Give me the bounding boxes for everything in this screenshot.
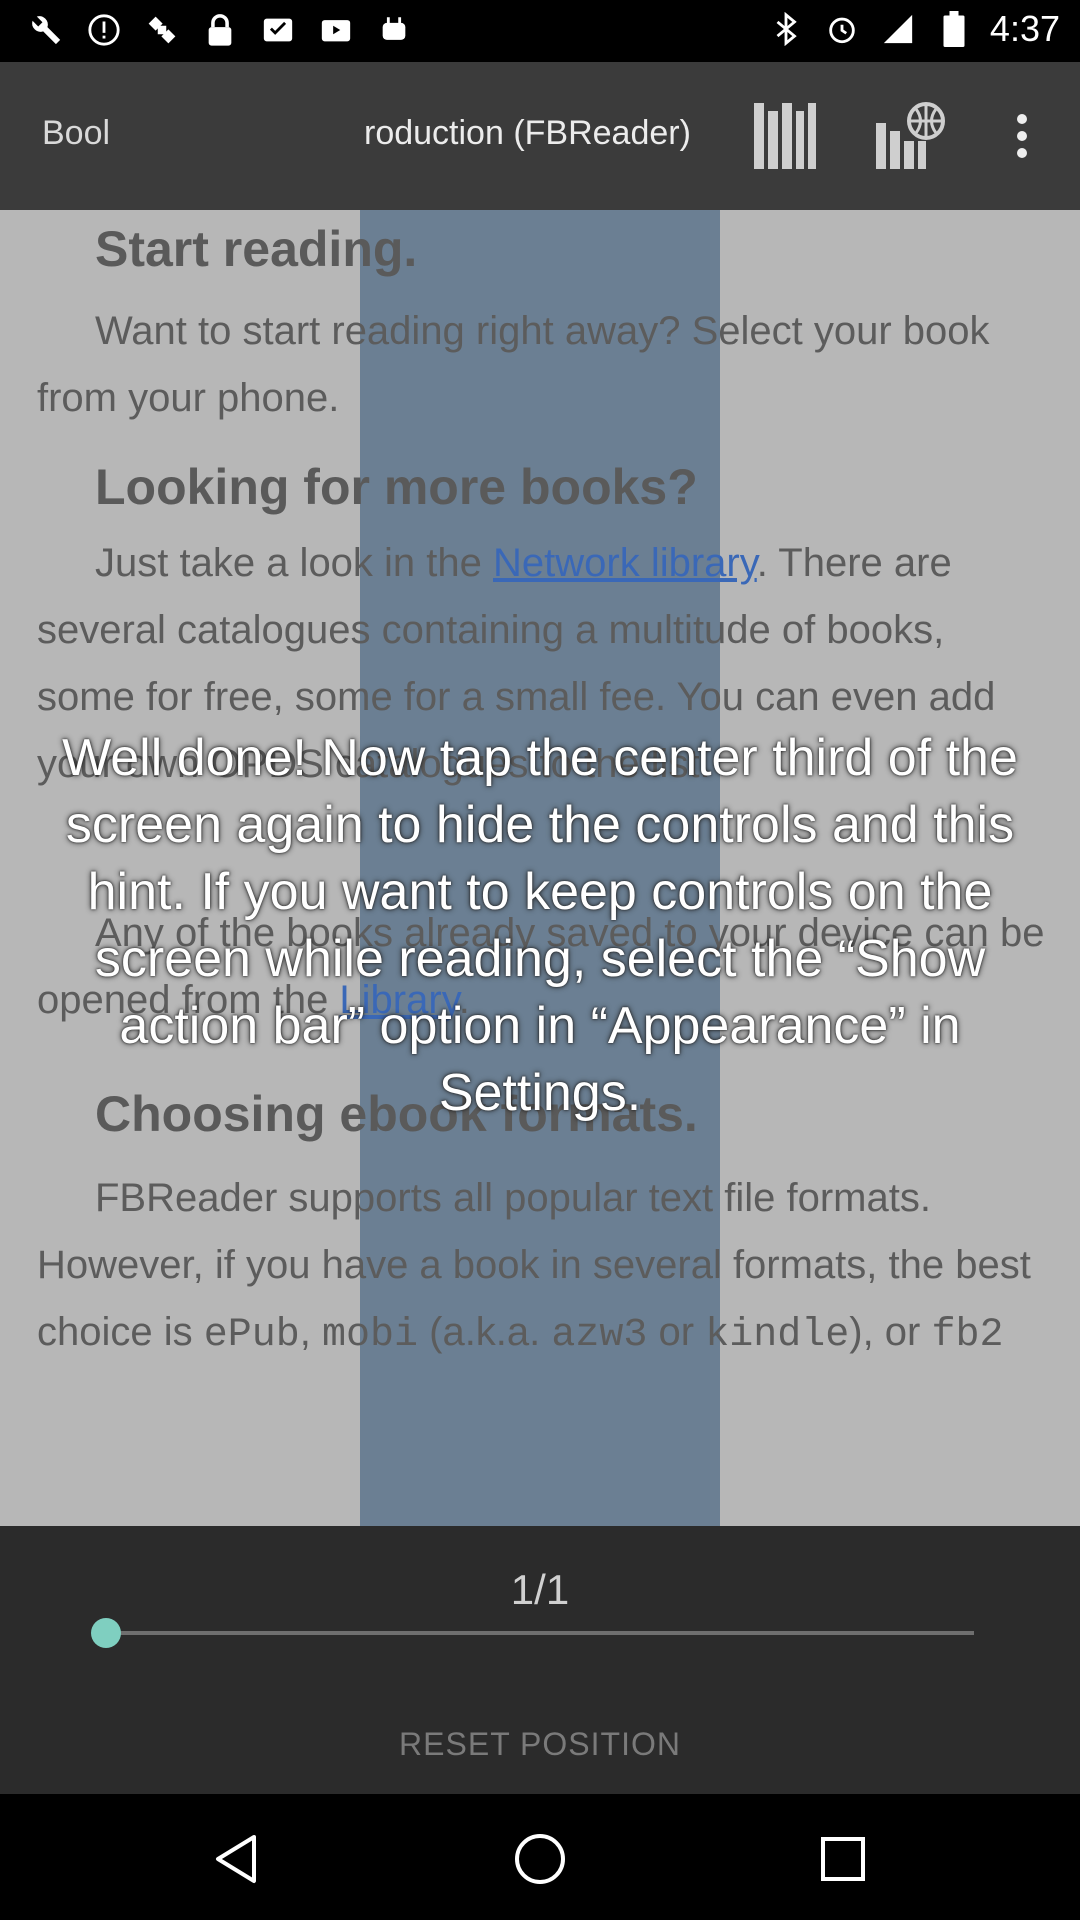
action-bar: Bool roduction (FBReader) [0,62,1080,212]
paragraph-formats: FBReader supports all popular text file … [37,1176,1031,1358]
lock-icon [200,10,240,50]
navigation-panel: 1/1 RESET POSITION [0,1526,1080,1794]
status-notifications [26,10,414,50]
android-icon [374,10,414,50]
paragraph-start-reading: Want to start reading right away? Select… [37,309,990,420]
action-bar-title: roduction (FBReader) [364,114,691,152]
status-bar: 4:37 [0,0,1080,62]
hint-overlay-text: Well done! Now tap the center third of t… [62,729,1018,1122]
bluetooth-icon [766,9,806,49]
overflow-menu-icon[interactable] [986,100,1058,172]
book-page[interactable]: Start reading. Want to start reading rig… [0,210,1080,1526]
satellite-icon [142,10,182,50]
page-slider-thumb[interactable] [91,1618,121,1648]
network-icon [878,9,918,49]
system-nav-bar [0,1794,1080,1920]
reset-position-button[interactable]: RESET POSITION [0,1726,1080,1763]
battery-icon [934,9,974,49]
play-store-icon [316,10,356,50]
signal-icon [84,10,124,50]
status-time: 4:37 [989,8,1060,49]
action-bar-subtitle: Bool [42,114,111,152]
library-icon[interactable] [749,100,821,172]
network-library-link[interactable]: Network library [493,541,757,585]
wrench-icon [26,10,66,50]
alarm-icon [822,9,862,49]
status-system-icons: 4:37 [766,8,1060,50]
page-indicator: 1/1 [510,1566,570,1613]
recents-icon[interactable] [803,1819,883,1899]
inbox-icon [258,10,298,50]
home-icon[interactable] [500,1819,580,1899]
page-slider-track[interactable] [106,1631,974,1635]
network-library-icon[interactable] [874,100,946,172]
heading-more-books: Looking for more books? [95,459,698,515]
back-icon[interactable] [196,1819,276,1899]
heading-start-reading: Start reading. [95,221,418,277]
